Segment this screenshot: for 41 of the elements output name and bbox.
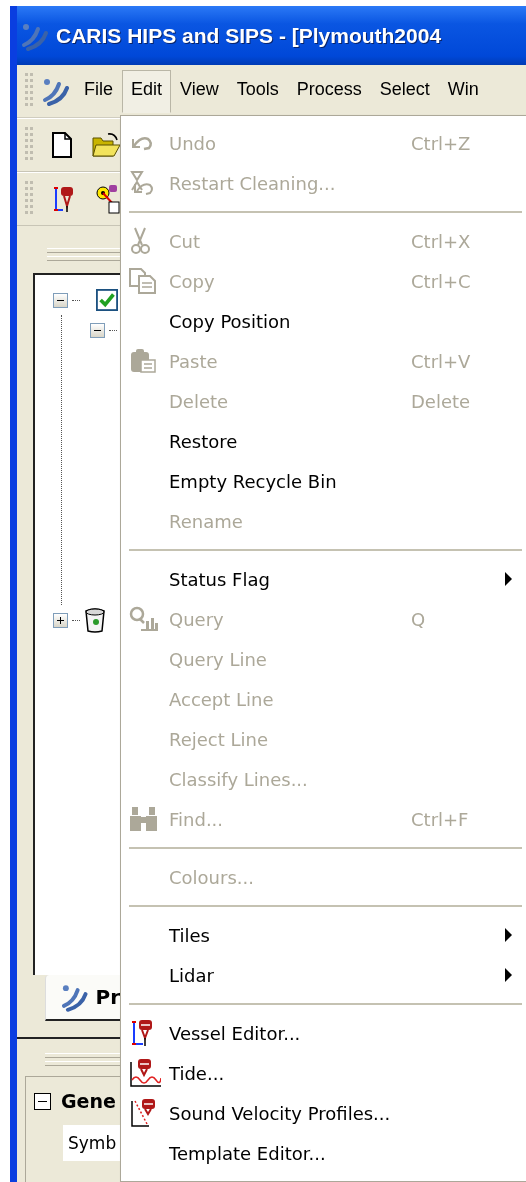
menu-item[interactable]: Tiles <box>121 915 526 955</box>
vessel-icon <box>129 1018 155 1048</box>
hourglass-arrow-icon <box>129 170 155 196</box>
grip-handle[interactable] <box>25 73 33 109</box>
checkbox[interactable] <box>96 289 118 311</box>
recycle-bin-icon[interactable] <box>84 607 106 633</box>
new-document-icon[interactable] <box>51 132 73 158</box>
menu-item[interactable]: Restore <box>121 421 526 461</box>
grip-handle[interactable] <box>25 181 33 217</box>
panel-tab[interactable]: Pr <box>45 975 120 1021</box>
menu-item[interactable]: Edit <box>122 69 172 113</box>
collapse-box[interactable] <box>53 292 68 308</box>
menu-item[interactable]: Select <box>370 69 439 113</box>
grip-handle[interactable] <box>25 127 33 163</box>
copy-icon <box>129 268 157 294</box>
menu-item[interactable]: Status Flag <box>121 559 526 599</box>
query-chart-icon <box>129 606 159 632</box>
window-title: CARIS HIPS and SIPS - [Plymouth2004 <box>56 23 442 48</box>
scissors-icon <box>129 227 151 255</box>
menu-item[interactable]: Tools <box>227 69 288 113</box>
menu-item[interactable]: Template Editor... <box>121 1133 526 1173</box>
menu-item[interactable]: Empty Recycle Bin <box>121 461 526 501</box>
property-name: Symb <box>68 1133 117 1153</box>
menu-item[interactable]: Sound Velocity Profiles... <box>121 1093 526 1133</box>
menu-item[interactable]: View <box>171 69 228 113</box>
group-heading: Gene <box>61 1090 116 1112</box>
menu-item[interactable]: Vessel Editor... <box>121 1013 526 1053</box>
menu-item[interactable]: Lidar <box>121 955 526 995</box>
binoculars-icon <box>129 806 159 832</box>
menu-item[interactable]: File <box>75 69 122 113</box>
expand-box[interactable] <box>53 612 68 628</box>
collapse-box[interactable] <box>90 322 105 338</box>
menu-item[interactable]: Copy Position <box>121 301 526 341</box>
menu-item[interactable]: Win <box>438 69 488 113</box>
collapse-box[interactable] <box>34 1092 51 1110</box>
clipboard-icon <box>129 348 157 374</box>
vessel-wave-icon <box>129 1058 161 1088</box>
menu-item[interactable]: Process <box>287 69 371 113</box>
open-folder-icon[interactable] <box>91 132 121 158</box>
target-document-icon[interactable] <box>95 184 121 214</box>
menu-item[interactable]: Tide... <box>121 1053 526 1093</box>
